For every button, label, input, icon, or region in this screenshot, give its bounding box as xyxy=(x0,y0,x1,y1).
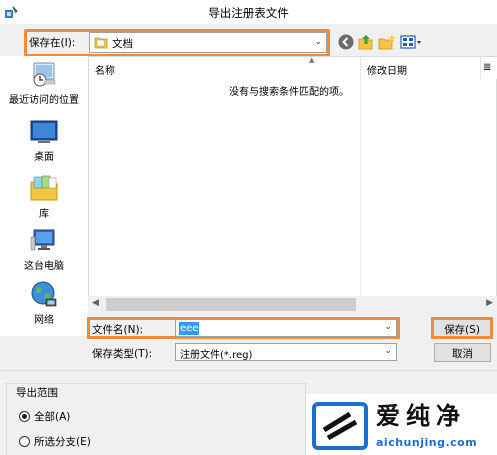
libraries-icon xyxy=(30,175,58,201)
network-icon xyxy=(31,281,57,307)
place-network[interactable]: 网络 xyxy=(0,280,88,326)
documents-folder-icon xyxy=(94,37,108,49)
up-folder-icon[interactable] xyxy=(357,33,375,51)
column-modified-label: 修改日期 xyxy=(367,66,407,77)
place-libraries[interactable]: 库 xyxy=(0,174,88,220)
place-label-network: 网络 xyxy=(34,315,54,326)
radio-all[interactable]: 全部(A) xyxy=(19,409,70,424)
column-separator xyxy=(360,79,361,297)
place-label-this-pc: 这台电脑 xyxy=(24,261,64,272)
place-this-pc[interactable]: 这台电脑 xyxy=(0,228,88,272)
this-pc-icon xyxy=(30,229,55,251)
filename-input[interactable]: eee ⌄ xyxy=(175,319,397,337)
radio-selected-branch[interactable]: 所选分支(E) xyxy=(19,434,91,449)
place-label-libraries: 库 xyxy=(39,209,49,220)
filetype-label: 保存类型(T): xyxy=(92,348,153,360)
place-label-recent: 最近访问的位置 xyxy=(9,95,79,106)
chevron-down-icon[interactable]: ⌄ xyxy=(384,322,392,332)
export-range-title: 导出范围 xyxy=(14,385,60,400)
filename-value: eee xyxy=(179,322,200,335)
recent-places-icon xyxy=(33,62,56,87)
savein-label: 保存在(I): xyxy=(29,37,76,49)
column-name-label: 名称 xyxy=(95,66,115,77)
cancel-button[interactable]: 取消 xyxy=(434,343,491,362)
place-recent[interactable]: 最近访问的位置 xyxy=(0,60,88,106)
chevron-down-icon: ⌄ xyxy=(314,37,322,47)
places-bar: 最近访问的位置 桌面 库 这台电脑 网络 xyxy=(0,56,88,336)
filetype-dropdown[interactable]: 注册文件(*.reg) ⌄ xyxy=(175,343,397,361)
scroll-right-icon[interactable]: ▶ xyxy=(486,298,493,308)
window-title: 导出注册表文件 xyxy=(208,6,289,20)
column-header-name[interactable]: 名称 ▲ xyxy=(89,56,361,79)
new-folder-icon[interactable] xyxy=(378,33,396,51)
empty-message: 没有与搜索条件匹配的项。 xyxy=(229,87,349,98)
radio-unchecked-icon[interactable] xyxy=(19,436,30,447)
horizontal-scrollbar[interactable]: ◀ ▶ xyxy=(88,296,497,313)
filetype-value: 注册文件(*.reg) xyxy=(180,350,253,361)
title-bar: 导出注册表文件 xyxy=(0,0,497,24)
view-menu-icon[interactable] xyxy=(400,33,424,51)
save-button[interactable]: 保存(S) xyxy=(431,317,493,339)
place-desktop[interactable]: 桌面 xyxy=(0,119,88,163)
place-label-desktop: 桌面 xyxy=(34,152,54,163)
sort-up-icon: ▲ xyxy=(309,56,315,64)
watermark-brand: 爱纯净 xyxy=(376,402,466,430)
radio-all-label: 全部(A) xyxy=(34,411,71,423)
chevron-down-icon: ⌄ xyxy=(384,346,392,356)
watermark: 爱纯净 aichunjing.com xyxy=(306,394,497,455)
savein-value: 文档 xyxy=(112,38,133,50)
scrollbar-thumb[interactable] xyxy=(106,298,356,311)
desktop-icon xyxy=(30,120,58,143)
filename-label: 文件名(N): xyxy=(92,324,144,336)
watermark-logo-icon xyxy=(312,402,368,450)
divider xyxy=(0,370,497,371)
back-icon[interactable] xyxy=(337,33,355,51)
file-list[interactable]: 名称 ▲ 修改日期 ≣ 没有与搜索条件匹配的项。 xyxy=(88,56,497,313)
column-header-more[interactable]: ≣ xyxy=(481,57,497,79)
column-header-modified[interactable]: 修改日期 xyxy=(361,57,481,79)
watermark-url: aichunjing.com xyxy=(376,436,478,449)
radio-checked-icon[interactable] xyxy=(19,411,30,422)
scroll-left-icon[interactable]: ◀ xyxy=(92,298,99,308)
savein-dropdown[interactable]: 文档 ⌄ xyxy=(89,32,327,53)
radio-branch-label: 所选分支(E) xyxy=(34,436,91,448)
column-more-label: ≣ xyxy=(483,62,492,73)
